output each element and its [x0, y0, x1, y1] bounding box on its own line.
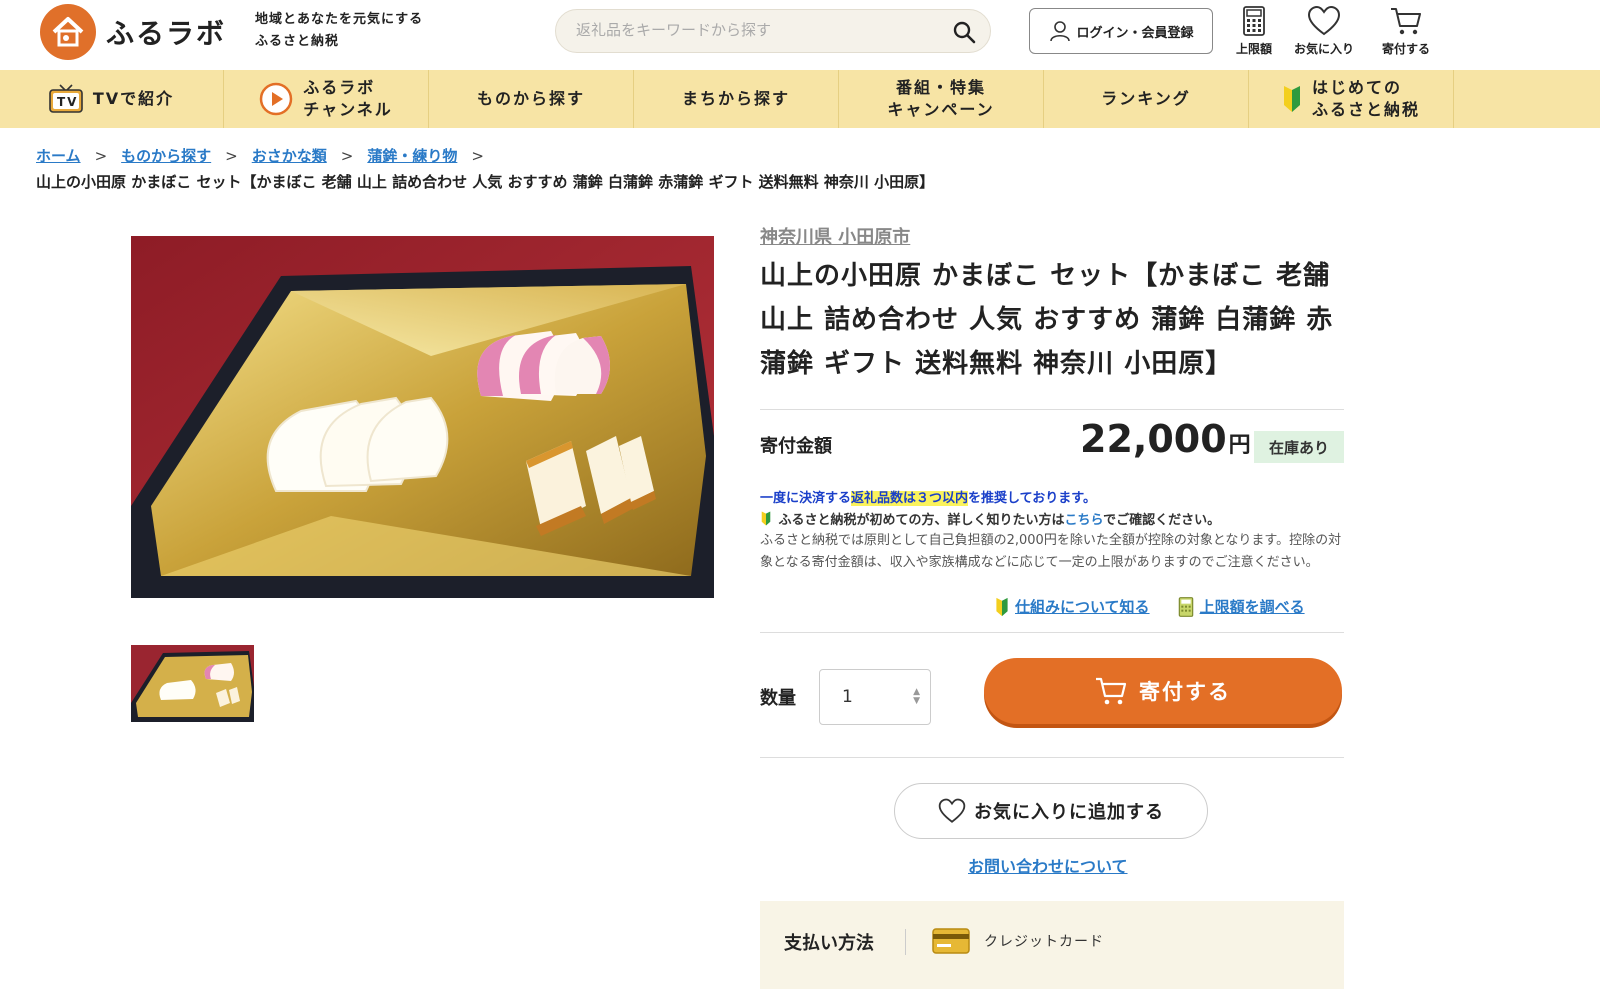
- donate-button[interactable]: 寄付する: [984, 658, 1342, 724]
- cart-icon: [1391, 8, 1421, 35]
- heart-icon: [938, 798, 966, 823]
- price-value: 22,000: [1080, 417, 1227, 461]
- stepper-arrows-icon[interactable]: ▲ ▼: [913, 688, 920, 706]
- nav-item-beginner[interactable]: はじめての ふるさと納税: [1249, 70, 1454, 128]
- user-icon: [1050, 21, 1071, 42]
- nav-label-campaign-1: 番組・特集: [895, 78, 986, 97]
- notice-text: を推奨しております。: [968, 491, 1096, 506]
- nav-label-ranking: ランキング: [1101, 89, 1191, 108]
- info-links: 仕組みについて知る 上限額を調べる: [995, 596, 1305, 617]
- stock-badge: 在庫あり: [1254, 431, 1344, 463]
- breadcrumb-separator: >: [94, 146, 108, 165]
- nav-label-beginner-1: はじめての: [1311, 78, 1402, 97]
- limit-label: 上限額: [1236, 42, 1273, 56]
- tv-icon: TV: [49, 84, 83, 113]
- calculator-icon: [1243, 6, 1265, 36]
- beginner-notice: ふるさと納税が初めての方、詳しく知りたい方はこちらでご確認ください。: [760, 509, 1220, 528]
- tagline-line1: 地域とあなたを元気にする: [255, 12, 424, 27]
- product-main-image[interactable]: [131, 236, 714, 598]
- search-bar: [555, 9, 991, 53]
- divider: [905, 929, 906, 955]
- breadcrumb-fish[interactable]: おさかな類: [252, 145, 327, 166]
- breadcrumb-home[interactable]: ホーム: [36, 145, 81, 166]
- breadcrumb-separator: >: [225, 146, 238, 165]
- nav-item-by-item[interactable]: ものから探す: [429, 70, 634, 128]
- quantity-stepper[interactable]: 1 ▲ ▼: [819, 669, 931, 725]
- divider: [760, 632, 1344, 633]
- divider: [760, 757, 1344, 758]
- heart-icon: [1307, 6, 1341, 36]
- beginner-guide-link[interactable]: こちら: [1065, 513, 1104, 528]
- nav-label-channel-2: チャンネル: [303, 100, 393, 119]
- quantity-value: 1: [842, 687, 853, 707]
- nav-label-beginner-2: ふるさと納税: [1311, 100, 1420, 119]
- price: 22,000円: [1080, 417, 1251, 461]
- breadcrumb-by-item[interactable]: ものから探す: [121, 145, 211, 166]
- breadcrumb-kamaboko[interactable]: 蒲鉾・練り物: [367, 145, 457, 166]
- nav-item-campaign[interactable]: 番組・特集 キャンペーン: [839, 70, 1044, 128]
- nav-label-channel-1: ふるラボ: [303, 78, 376, 97]
- favorites-label: お気に入り: [1294, 42, 1355, 56]
- nav-label-tv: TVで紹介: [92, 89, 175, 108]
- donate-label: 寄付する: [1139, 680, 1231, 704]
- inquiry-link[interactable]: お問い合わせについて: [968, 853, 1128, 877]
- cart-icon: [1096, 677, 1127, 705]
- logo-house-icon: [40, 4, 96, 60]
- login-label: ログイン・会員登録: [1076, 25, 1194, 41]
- favorites-link[interactable]: お気に入り: [1294, 6, 1354, 57]
- payment-label: 支払い方法: [784, 933, 874, 954]
- credit-card-icon: [932, 928, 970, 954]
- product-thumbnail[interactable]: [131, 645, 254, 722]
- play-icon: [259, 82, 293, 116]
- site-logo[interactable]: ふるラボ: [40, 4, 226, 60]
- nav-label-by-item: ものから探す: [476, 89, 585, 108]
- beginner-notice-text: ふるさと納税が初めての方、詳しく知りたい方は: [778, 513, 1065, 528]
- search-icon[interactable]: [952, 20, 976, 44]
- price-unit: 円: [1228, 433, 1251, 458]
- main-nav: TV TVで紹介 ふるラボ チャンネル ものから探す まちから探す 番組・特集 …: [0, 70, 1600, 128]
- tagline-line2: ふるさと納税: [255, 34, 340, 49]
- nav-item-channel[interactable]: ふるラボ チャンネル: [224, 70, 429, 128]
- calculator-icon: [1178, 596, 1193, 617]
- product-title: 山上の小田原 かまぼこ セット【かまぼこ 老舗 山上 詰め合わせ 人気 おすすめ…: [760, 261, 1334, 379]
- login-button[interactable]: ログイン・会員登録: [1029, 8, 1213, 54]
- municipality-link[interactable]: 神奈川県 小田原市: [760, 223, 910, 249]
- beginner-mark-icon: [996, 597, 1008, 616]
- breadcrumb-separator: >: [340, 146, 354, 165]
- add-to-favorites-button[interactable]: お気に入りに追加する: [894, 783, 1208, 839]
- breadcrumb: ホーム > ものから探す > おさかな類 > 蒲鉾・練り物 >: [36, 145, 498, 166]
- nav-item-ranking[interactable]: ランキング: [1044, 70, 1249, 128]
- cart-link[interactable]: 寄付する: [1382, 6, 1430, 57]
- limit-calculator-link[interactable]: 上限額: [1236, 6, 1272, 57]
- donation-amount-label: 寄付金額: [760, 436, 832, 457]
- svg-text:TV: TV: [57, 95, 78, 109]
- limit-check-link[interactable]: 上限額を調べる: [1200, 596, 1305, 617]
- beginner-notice-text: でご確認ください。: [1103, 513, 1221, 528]
- tagline: 地域とあなたを元気にする ふるさと納税: [255, 9, 423, 53]
- beginner-mark-icon: [1283, 86, 1300, 112]
- tax-deduction-notice: ふるさと納税では原則として自己負担額の2,000円を除いた全額が控除の対象となり…: [760, 533, 1342, 570]
- nav-item-tv[interactable]: TV TVで紹介: [0, 70, 224, 128]
- beginner-mark-icon: [761, 511, 771, 526]
- cart-label: 寄付する: [1382, 42, 1431, 56]
- payment-method-label: クレジットカード: [984, 934, 1104, 950]
- breadcrumb-current: 山上の小田原 かまぼこ セット【かまぼこ 老舗 山上 詰め合わせ 人気 おすすめ…: [36, 173, 935, 191]
- add-to-favorites-label: お気に入りに追加する: [974, 802, 1164, 823]
- quantity-label: 数量: [760, 688, 796, 709]
- payment-methods: 支払い方法 クレジットカード: [760, 901, 1344, 989]
- nav-label-by-town: まちから探す: [681, 89, 790, 108]
- site-header: ふるラボ 地域とあなたを元気にする ふるさと納税 ログイン・会員登録 上限額 お…: [0, 0, 1600, 70]
- logo-text: ふるラボ: [106, 17, 227, 50]
- nav-label-campaign-2: キャンペーン: [887, 100, 995, 119]
- notice-highlight: 返礼品数は３つ以内: [851, 491, 969, 506]
- search-input[interactable]: [576, 21, 936, 39]
- divider: [760, 409, 1344, 410]
- breadcrumb-separator: >: [471, 146, 484, 165]
- item-limit-notice: 一度に決済する返礼品数は３つ以内を推奨しております。: [760, 487, 1096, 506]
- payment-method-item: クレジットカード: [932, 928, 1104, 954]
- mechanism-link[interactable]: 仕組みについて知る: [1015, 596, 1150, 617]
- notice-text: 一度に決済する: [760, 491, 852, 506]
- nav-item-by-town[interactable]: まちから探す: [634, 70, 839, 128]
